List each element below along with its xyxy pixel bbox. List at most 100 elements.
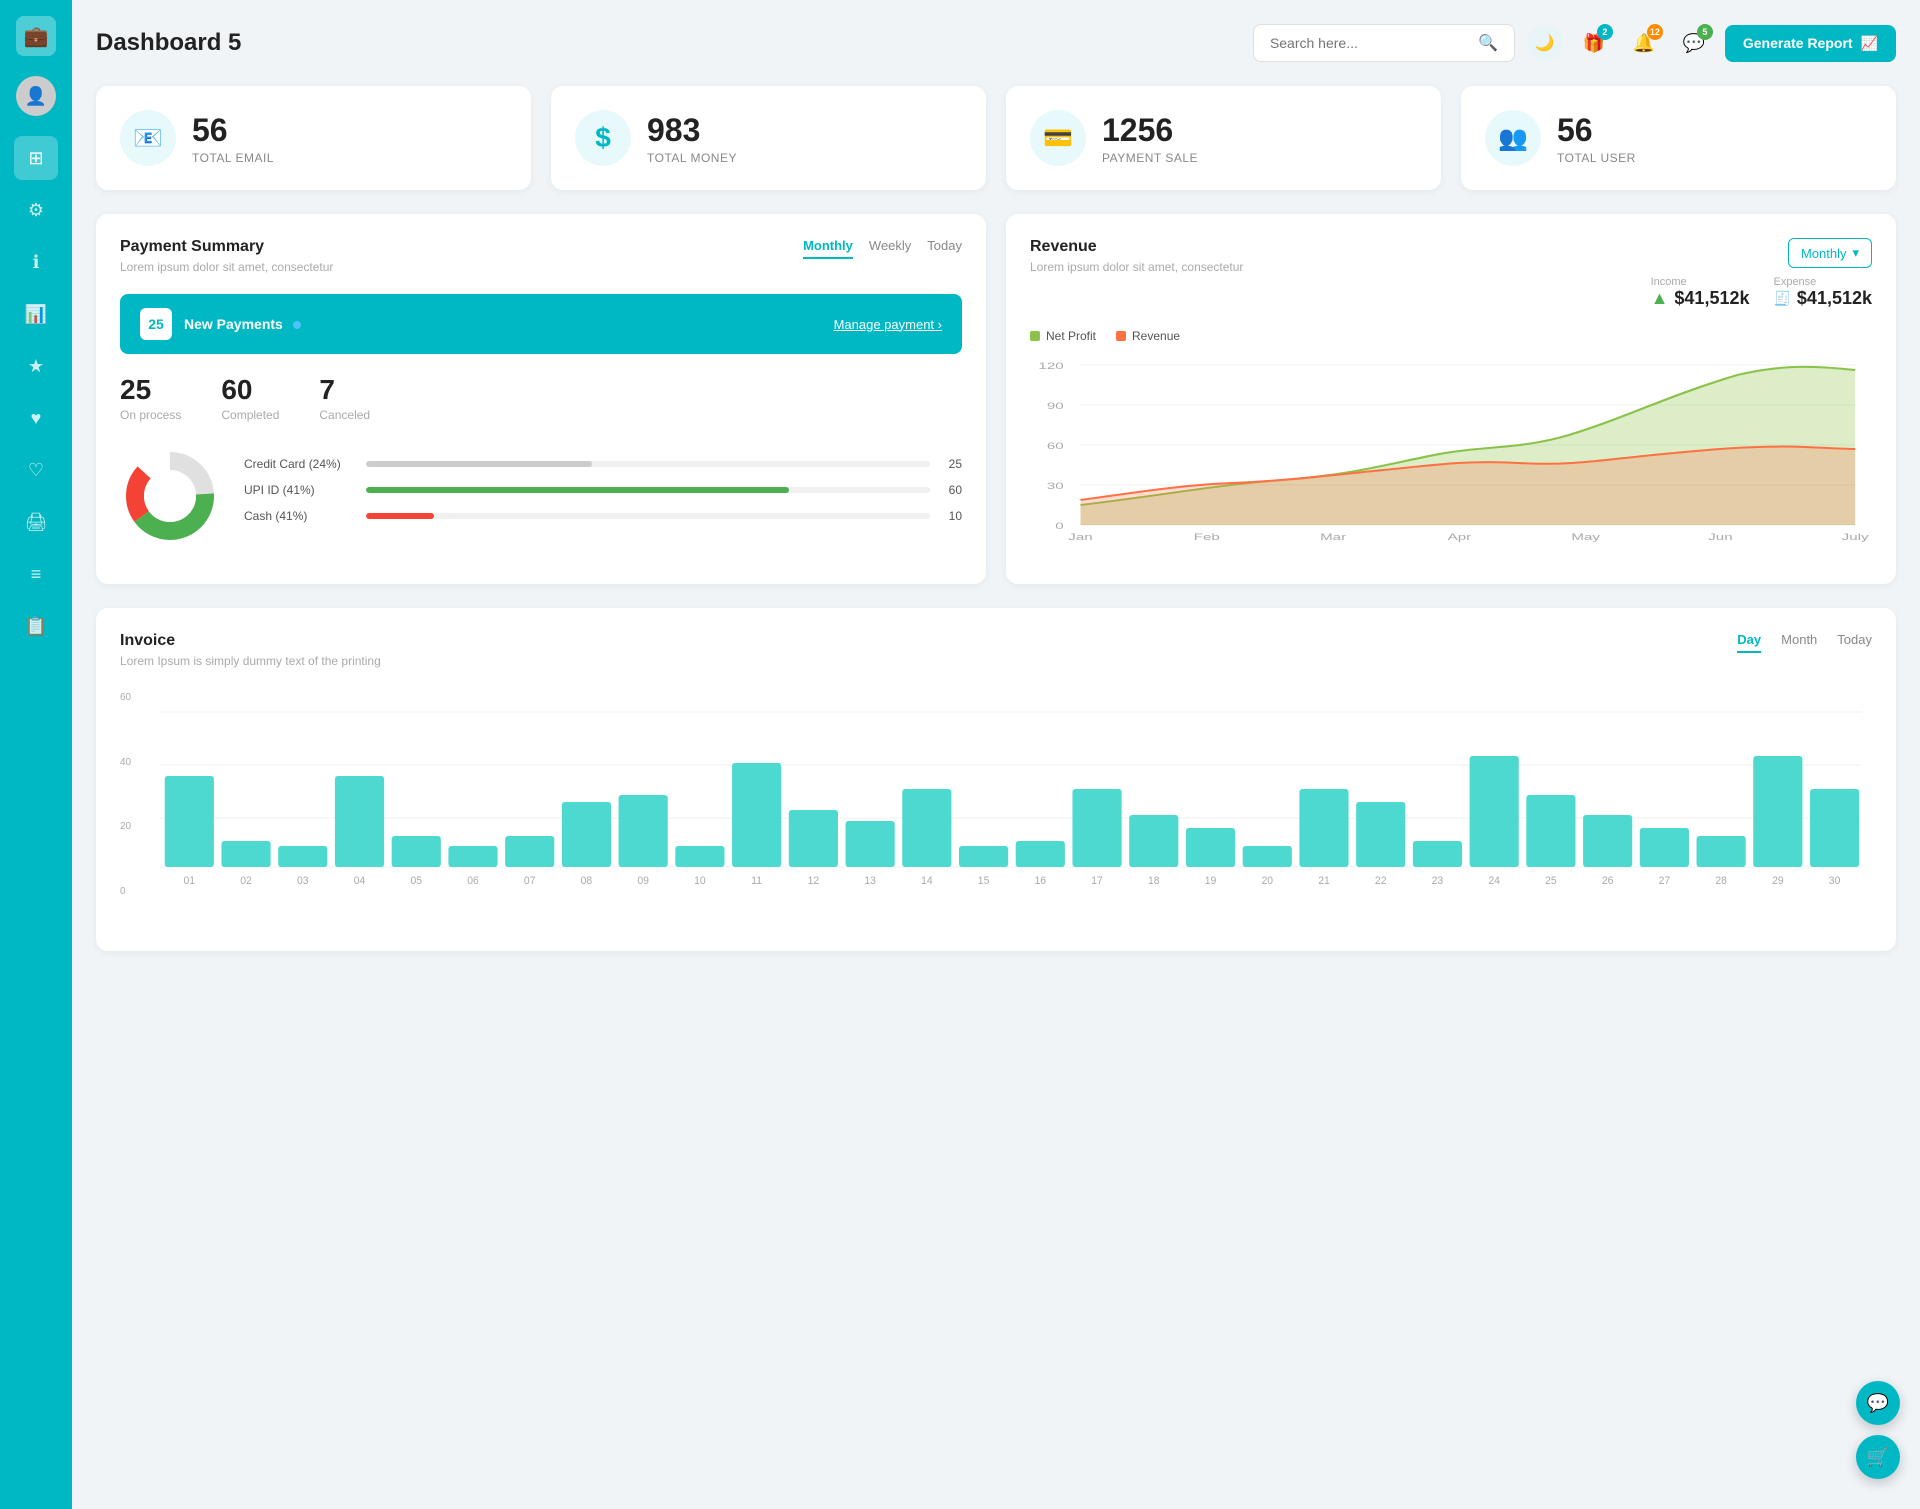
sidebar-logo[interactable]: 💼 <box>16 16 56 56</box>
svg-text:16: 16 <box>1035 875 1047 887</box>
stat-info-user: 56 TOTAL USER <box>1557 112 1636 165</box>
info-icon: ℹ <box>33 252 40 273</box>
progress-section: Credit Card (24%) 25 UPI ID (41%) 60 <box>120 446 962 546</box>
chat-badge: 5 <box>1697 24 1713 40</box>
floating-cart-icon: 🛒 <box>1867 1447 1889 1468</box>
chart-legend: Net Profit Revenue <box>1030 329 1872 343</box>
stat-number-payment: 1256 <box>1102 112 1198 149</box>
revenue-header: Revenue Lorem ipsum dolor sit amet, cons… <box>1030 238 1872 309</box>
invoice-subtitle: Lorem Ipsum is simply dummy text of the … <box>120 654 381 668</box>
payment-summary-title: Payment Summary <box>120 238 333 256</box>
progress-fill-creditcard <box>366 461 592 467</box>
revenue-dot <box>1116 331 1126 341</box>
stat-number-user: 56 <box>1557 112 1636 149</box>
svg-text:26: 26 <box>1602 875 1614 887</box>
new-payments-banner: 25 New Payments Manage payment › <box>120 294 962 354</box>
svg-text:12: 12 <box>808 875 820 887</box>
manage-payment-link[interactable]: Manage payment › <box>834 317 942 332</box>
sidebar-item-heart2[interactable]: ♡ <box>14 448 58 492</box>
stat-icon-payment: 💳 <box>1030 110 1086 166</box>
svg-text:14: 14 <box>921 875 933 887</box>
search-input[interactable] <box>1270 35 1470 51</box>
settings-icon: ⚙ <box>28 200 44 221</box>
stat-icon-user: 👥 <box>1485 110 1541 166</box>
stat-card-email: 📧 56 TOTAL EMAIL <box>96 86 531 190</box>
income-value: ▲ $41,512k <box>1651 288 1750 309</box>
generate-report-button[interactable]: Generate Report 📈 <box>1725 25 1896 62</box>
svg-text:Apr: Apr <box>1448 532 1472 542</box>
payment-stats-row: 25 On process 60 Completed 7 Canceled <box>120 374 962 422</box>
bell-button[interactable]: 🔔 12 <box>1625 24 1663 62</box>
stat-number-email: 56 <box>192 112 274 149</box>
revenue-header-right: Monthly ▾ Income ▲ $41,512k Expense <box>1651 238 1872 309</box>
svg-text:24: 24 <box>1488 875 1500 887</box>
svg-text:11: 11 <box>751 875 762 887</box>
tab-monthly[interactable]: Monthly <box>803 238 853 259</box>
progress-track-creditcard <box>366 461 930 467</box>
completed-stat: 60 Completed <box>221 374 279 422</box>
progress-track-upi <box>366 487 930 493</box>
floating-chat-button[interactable]: 💬 <box>1856 1381 1900 1425</box>
svg-text:20: 20 <box>1261 875 1273 887</box>
gift-badge: 2 <box>1597 24 1613 40</box>
sidebar-item-dashboard[interactable]: ⊞ <box>14 136 58 180</box>
sidebar-item-heart[interactable]: ♥ <box>14 396 58 440</box>
svg-text:30: 30 <box>1047 481 1064 491</box>
invoice-tab-today[interactable]: Today <box>1837 632 1872 653</box>
tab-today[interactable]: Today <box>927 238 962 259</box>
sidebar-item-list[interactable]: 📋 <box>14 604 58 648</box>
svg-text:27: 27 <box>1659 875 1671 887</box>
progress-label-cash: Cash (41%) <box>244 509 354 523</box>
sidebar-item-chart[interactable]: 📊 <box>14 292 58 336</box>
svg-text:03: 03 <box>297 875 309 887</box>
payment-progress-bars: Credit Card (24%) 25 UPI ID (41%) 60 <box>244 457 962 535</box>
stat-info-money: 983 TOTAL MONEY <box>647 112 737 165</box>
sidebar-item-settings[interactable]: ⚙ <box>14 188 58 232</box>
sidebar-item-print[interactable]: 🖨 <box>14 500 58 544</box>
user-avatar[interactable]: 👤 <box>16 76 56 116</box>
search-box[interactable]: 🔍 <box>1253 24 1515 62</box>
floating-cart-button[interactable]: 🛒 <box>1856 1435 1900 1479</box>
svg-text:23: 23 <box>1432 875 1444 887</box>
invoice-tab-month[interactable]: Month <box>1781 632 1817 653</box>
sidebar-item-menu[interactable]: ≡ <box>14 552 58 596</box>
dropdown-label: Monthly <box>1801 246 1847 261</box>
chevron-down-icon: ▾ <box>1852 245 1859 261</box>
expense-value: 🧾 $41,512k <box>1773 288 1872 309</box>
canceled-count: 7 <box>319 374 370 406</box>
progress-row-creditcard: Credit Card (24%) 25 <box>244 457 962 471</box>
payment-summary-card: Payment Summary Lorem ipsum dolor sit am… <box>96 214 986 584</box>
svg-text:29: 29 <box>1772 875 1784 887</box>
completed-label: Completed <box>221 408 279 422</box>
tab-weekly[interactable]: Weekly <box>869 238 911 259</box>
svg-text:May: May <box>1571 532 1601 542</box>
main-content: Dashboard 5 🔍 🌙 🎁 2 🔔 12 💬 5 Gen <box>72 0 1920 1509</box>
star-icon: ★ <box>28 356 44 377</box>
invoice-tabs: Day Month Today <box>1737 632 1872 653</box>
svg-text:120: 120 <box>1038 361 1063 371</box>
bell-badge: 12 <box>1647 24 1663 40</box>
progress-value-creditcard: 25 <box>942 457 962 471</box>
bar-chart-icon: 📈 <box>1861 35 1878 52</box>
gift-button[interactable]: 🎁 2 <box>1575 24 1613 62</box>
y-label-60: 60 <box>120 692 131 703</box>
progress-row-cash: Cash (41%) 10 <box>244 509 962 523</box>
svg-text:19: 19 <box>1205 875 1217 887</box>
canceled-stat: 7 Canceled <box>319 374 370 422</box>
revenue-label: Revenue <box>1132 329 1180 343</box>
svg-text:08: 08 <box>581 875 593 887</box>
svg-text:July: July <box>1842 532 1870 542</box>
svg-text:15: 15 <box>978 875 990 887</box>
svg-text:13: 13 <box>864 875 876 887</box>
dark-mode-button[interactable]: 🌙 <box>1527 25 1563 61</box>
stat-number-money: 983 <box>647 112 737 149</box>
svg-text:18: 18 <box>1148 875 1160 887</box>
progress-track-cash <box>366 513 930 519</box>
sidebar-item-star[interactable]: ★ <box>14 344 58 388</box>
svg-text:02: 02 <box>240 875 252 887</box>
invoice-tab-day[interactable]: Day <box>1737 632 1761 653</box>
chat-button[interactable]: 💬 5 <box>1675 24 1713 62</box>
sidebar-item-info[interactable]: ℹ <box>14 240 58 284</box>
svg-text:01: 01 <box>184 875 196 887</box>
revenue-monthly-dropdown[interactable]: Monthly ▾ <box>1788 238 1872 268</box>
